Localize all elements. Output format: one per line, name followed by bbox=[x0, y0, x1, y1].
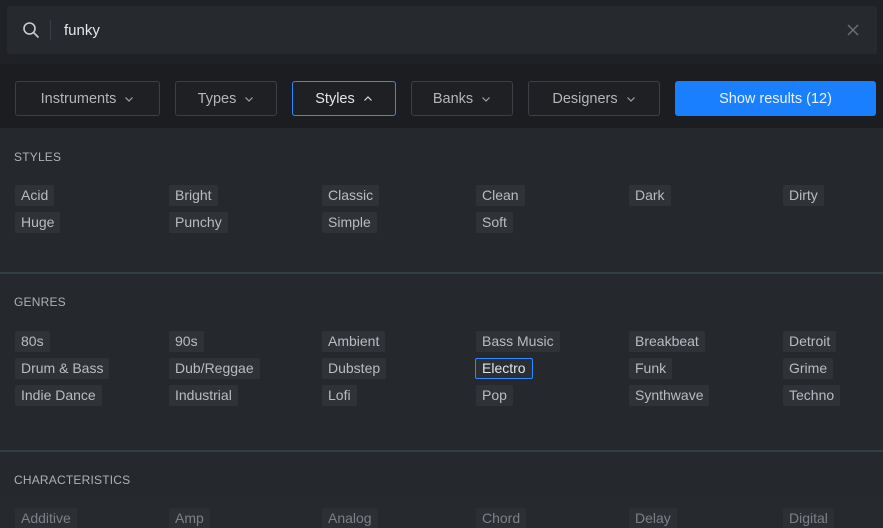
tag-punchy[interactable]: Punchy bbox=[169, 212, 228, 233]
chevron-down-icon bbox=[125, 96, 134, 102]
tag-80s[interactable]: 80s bbox=[15, 331, 50, 352]
tag-bass-music[interactable]: Bass Music bbox=[476, 331, 560, 352]
tag-funk[interactable]: Funk bbox=[629, 358, 673, 379]
filter-types-button[interactable]: Types bbox=[175, 81, 277, 116]
filter-options-panel bbox=[0, 128, 883, 528]
tag-techno[interactable]: Techno bbox=[783, 385, 841, 406]
tag-amp[interactable]: Amp bbox=[169, 508, 210, 528]
filter-designers-button[interactable]: Designers bbox=[528, 81, 660, 116]
filter-label: Instruments bbox=[40, 90, 117, 107]
tag-clean[interactable]: Clean bbox=[476, 185, 525, 206]
tag-drum-and-bass[interactable]: Drum & Bass bbox=[15, 358, 110, 379]
filter-label: Banks bbox=[432, 90, 474, 107]
tag-huge[interactable]: Huge bbox=[15, 212, 61, 233]
filter-banks-button[interactable]: Banks bbox=[411, 81, 513, 116]
tag-electro[interactable]: Electro bbox=[475, 358, 533, 379]
filter-instruments-button[interactable]: Instruments bbox=[15, 81, 160, 116]
section-divider bbox=[0, 272, 883, 274]
tag-dub-reggae[interactable]: Dub/Reggae bbox=[169, 358, 260, 379]
chevron-down-icon bbox=[482, 96, 491, 102]
section-title-genres: GENRES bbox=[14, 295, 66, 309]
tag-digital[interactable]: Digital bbox=[783, 508, 834, 528]
tag-analog[interactable]: Analog bbox=[322, 508, 378, 528]
tag-indie-dance[interactable]: Indie Dance bbox=[15, 385, 102, 406]
section-title-styles: STYLES bbox=[14, 150, 62, 164]
tag-dubstep[interactable]: Dubstep bbox=[322, 358, 387, 379]
tag-acid[interactable]: Acid bbox=[15, 185, 55, 206]
tag-industrial[interactable]: Industrial bbox=[169, 385, 238, 406]
tag-soft[interactable]: Soft bbox=[476, 212, 513, 233]
filter-label: Styles bbox=[315, 90, 355, 107]
characteristics-tag-row bbox=[0, 496, 883, 528]
tag-breakbeat[interactable]: Breakbeat bbox=[629, 331, 705, 352]
filter-styles-button[interactable]: Styles bbox=[292, 81, 396, 116]
tag-additive[interactable]: Additive bbox=[15, 508, 77, 528]
search-divider bbox=[50, 20, 51, 40]
search-input[interactable] bbox=[64, 17, 824, 43]
tag-detroit[interactable]: Detroit bbox=[783, 331, 837, 352]
filter-label: Types bbox=[197, 90, 237, 107]
tag-grime[interactable]: Grime bbox=[783, 358, 834, 379]
show-results-button[interactable]: Show results (12) bbox=[675, 81, 876, 116]
chevron-down-icon bbox=[626, 96, 635, 102]
search-box[interactable] bbox=[7, 6, 877, 54]
tag-lofi[interactable]: Lofi bbox=[322, 385, 357, 406]
tag-dark[interactable]: Dark bbox=[629, 185, 671, 206]
chevron-up-icon bbox=[363, 95, 372, 101]
tag-classic[interactable]: Classic bbox=[322, 185, 380, 206]
tag-bright[interactable]: Bright bbox=[169, 185, 218, 206]
tag-delay[interactable]: Delay bbox=[629, 508, 677, 528]
tag-synthwave[interactable]: Synthwave bbox=[629, 385, 710, 406]
tag-pop[interactable]: Pop bbox=[476, 385, 513, 406]
tag-chord[interactable]: Chord bbox=[476, 508, 527, 528]
tag-dirty[interactable]: Dirty bbox=[783, 185, 824, 206]
section-title-characteristics: CHARACTERISTICS bbox=[14, 473, 131, 487]
search-bar-area bbox=[0, 0, 883, 64]
close-icon[interactable] bbox=[845, 22, 861, 38]
filter-label: Designers bbox=[552, 90, 618, 107]
section-divider bbox=[0, 450, 883, 452]
filter-bar: Instruments Types Styles Banks Designers… bbox=[0, 64, 883, 128]
chevron-down-icon bbox=[245, 96, 254, 102]
search-icon bbox=[23, 22, 39, 38]
tag-90s[interactable]: 90s bbox=[169, 331, 204, 352]
tag-simple[interactable]: Simple bbox=[322, 212, 377, 233]
tag-ambient[interactable]: Ambient bbox=[322, 331, 386, 352]
